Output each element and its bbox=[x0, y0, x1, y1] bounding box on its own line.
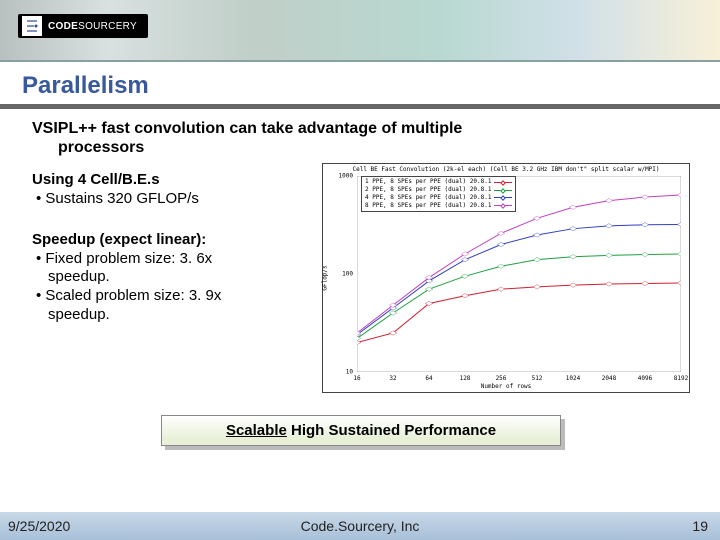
speedup-scaled-line1: • Scaled problem size: 3. 9x bbox=[32, 287, 322, 306]
logo-mark-icon bbox=[22, 16, 42, 36]
title-bar: Parallelism bbox=[0, 72, 720, 109]
left-column: Using 4 Cell/B.E.s • Sustains 320 GFLOP/… bbox=[32, 163, 322, 393]
slide-title: Parallelism bbox=[22, 72, 698, 100]
chart-xlabel: Number of rows bbox=[481, 383, 532, 390]
subheading: VSIPL++ fast convolution can take advant… bbox=[32, 119, 690, 157]
speedup-fixed-line2: speedup. bbox=[32, 268, 322, 287]
speedup-scaled-line2: speedup. bbox=[32, 306, 322, 325]
footer: 9/25/2020 Code.Sourcery, Inc 19 bbox=[0, 512, 720, 540]
callout-text: Scalable High Sustained Performance bbox=[161, 415, 561, 446]
speedup-head: Speedup (expect linear): bbox=[32, 231, 322, 250]
speedup-fixed-line1: • Fixed problem size: 3. 6x bbox=[32, 250, 322, 269]
chart-svg bbox=[357, 176, 681, 372]
subheading-line1: VSIPL++ fast convolution can take advant… bbox=[32, 120, 462, 137]
subheading-line2: processors bbox=[32, 138, 690, 157]
using-block: Using 4 Cell/B.E.s • Sustains 320 GFLOP/… bbox=[32, 171, 322, 209]
footer-org: Code.Sourcery, Inc bbox=[301, 518, 420, 534]
chart-title: Cell BE Fast Convolution (2k-el each) (C… bbox=[352, 166, 659, 173]
content-area: VSIPL++ fast convolution can take advant… bbox=[0, 109, 720, 446]
chart-ylabel: GFlop/s bbox=[322, 266, 329, 291]
speedup-block: Speedup (expect linear): • Fixed problem… bbox=[32, 231, 322, 325]
using-head: Using 4 Cell/B.E.s bbox=[32, 171, 322, 190]
footer-date: 9/25/2020 bbox=[8, 518, 70, 534]
callout: Scalable High Sustained Performance bbox=[161, 415, 561, 446]
chart-plot: 1010010001632641282565121024204840968192 bbox=[357, 176, 681, 372]
using-bullet-1: • Sustains 320 GFLOP/s bbox=[32, 190, 322, 209]
header-banner: CODESOURCERY bbox=[0, 0, 720, 62]
logo: CODESOURCERY bbox=[18, 14, 148, 38]
logo-text: CODESOURCERY bbox=[48, 21, 137, 32]
chart: Cell BE Fast Convolution (2k-el each) (C… bbox=[322, 163, 690, 393]
footer-page: 19 bbox=[692, 518, 708, 534]
